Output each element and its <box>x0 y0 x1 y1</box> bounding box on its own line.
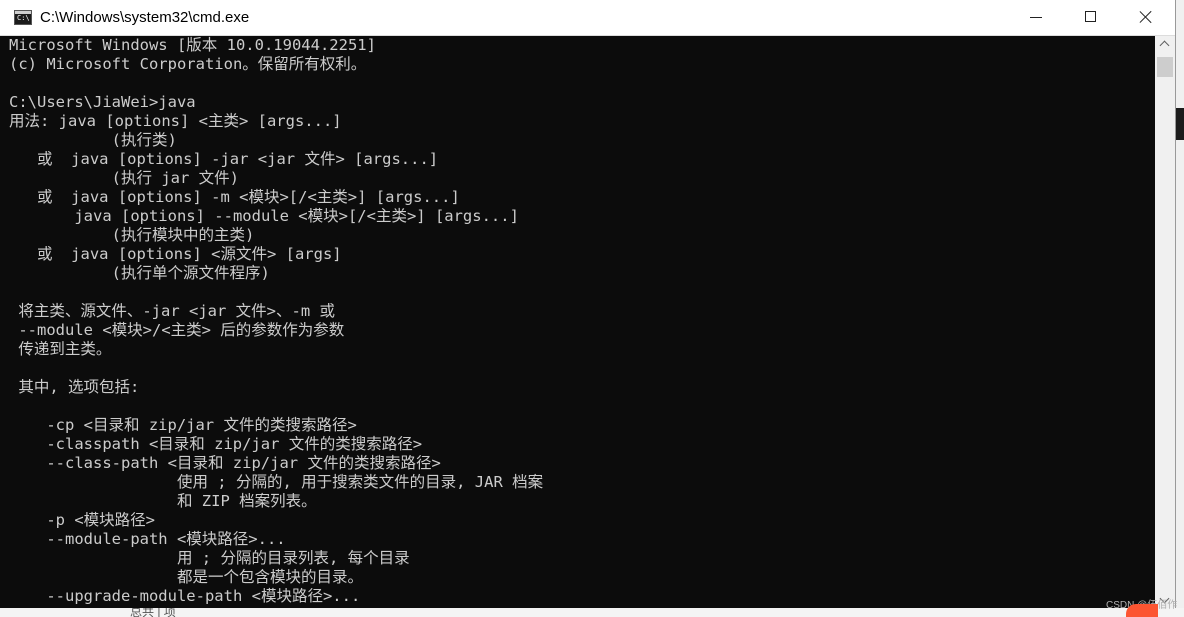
csdn-logo-icon <box>1126 604 1158 617</box>
minimize-button[interactable] <box>1009 0 1064 35</box>
console-line: -p <模块路径> <box>9 511 155 529</box>
background-window-strip: 总共 | 项 <box>0 608 1184 617</box>
console-line: 传递到主类。 <box>9 340 112 358</box>
console-line: 将主类、源文件、-jar <jar 文件>、-m 或 <box>9 302 335 320</box>
console-line: -classpath <目录和 zip/jar 文件的类搜索路径> <box>9 435 423 453</box>
console-line: -cp <目录和 zip/jar 文件的类搜索路径> <box>9 416 357 434</box>
minimize-icon <box>1030 17 1042 18</box>
console-line: 其中, 选项包括: <box>9 378 140 396</box>
console-line: 或 java [options] <源文件> [args] <box>9 245 342 263</box>
cmd-icon-glyph: C:\ <box>17 14 30 22</box>
cmd-icon[interactable]: C:\ <box>14 10 32 25</box>
console-line: (执行模块中的主类) <box>9 226 255 244</box>
background-window-tab <box>1176 108 1184 140</box>
close-icon <box>1139 10 1153 24</box>
console-line: 或 java [options] -m <模块>[/<主类>] [args...… <box>9 188 460 206</box>
background-window-edge <box>1176 0 1184 608</box>
cmd-window: C:\ C:\Windows\system32\cmd.exe Microsof… <box>0 0 1176 608</box>
console-line: 用 ; 分隔的目录列表, 每个目录 <box>9 549 410 567</box>
console-line: 用法: java [options] <主类> [args...] <box>9 112 342 130</box>
title-bar[interactable]: C:\ C:\Windows\system32\cmd.exe <box>0 0 1175 36</box>
console-line: 都是一个包含模块的目录。 <box>9 568 363 586</box>
console-line: (执行单个源文件程序) <box>9 264 270 282</box>
console-line: Microsoft Windows [版本 10.0.19044.2251] <box>9 36 376 54</box>
vertical-scrollbar[interactable] <box>1155 36 1175 608</box>
console-line: --class-path <目录和 zip/jar 文件的类搜索路径> <box>9 454 441 472</box>
console-text: Microsoft Windows [版本 10.0.19044.2251] (c… <box>0 36 1155 606</box>
window-title: C:\Windows\system32\cmd.exe <box>40 9 250 26</box>
console-line: (执行 jar 文件) <box>9 169 239 187</box>
console-line: java [options] --module <模块>[/<主类>] [arg… <box>9 207 519 225</box>
maximize-button[interactable] <box>1064 0 1119 35</box>
console-line: (执行类) <box>9 131 177 149</box>
console-line: C:\Users\JiaWei>java <box>9 93 196 111</box>
console-line: 和 ZIP 档案列表。 <box>9 492 317 510</box>
chevron-up-icon[interactable] <box>1155 36 1175 54</box>
scrollbar-thumb[interactable] <box>1157 57 1173 77</box>
console-line: --module <模块>/<主类> 后的参数作为参数 <box>9 321 345 339</box>
console-line: 或 java [options] -jar <jar 文件> [args...] <box>9 150 439 168</box>
console-line: 使用 ; 分隔的, 用于搜索类文件的目录, JAR 档案 <box>9 473 544 491</box>
close-button[interactable] <box>1119 0 1174 35</box>
background-partial-text: 总共 | 项 <box>130 608 176 617</box>
console-line: (c) Microsoft Corporation。保留所有权利。 <box>9 55 367 73</box>
console-output[interactable]: Microsoft Windows [版本 10.0.19044.2251] (c… <box>0 36 1155 608</box>
console-line: --module-path <模块路径>... <box>9 530 286 548</box>
maximize-icon <box>1085 11 1096 22</box>
console-line: --upgrade-module-path <模块路径>... <box>9 587 361 605</box>
